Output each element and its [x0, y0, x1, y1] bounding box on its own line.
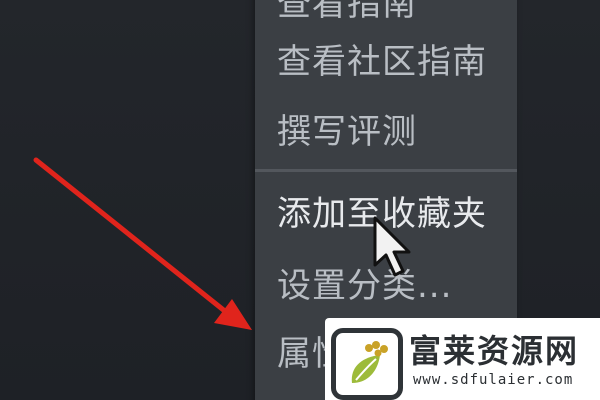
screen: 查看指南 查看社区指南 撰写评测 添加至收藏夹 设置分类... 属性 富莱资源网… — [0, 0, 600, 400]
menu-item-view-guides[interactable]: 查看指南 — [277, 0, 417, 26]
mouse-pointer-icon — [373, 216, 411, 277]
watermark-title: 富莱资源网 — [409, 332, 580, 370]
menu-separator — [255, 169, 517, 172]
watermark-url: www.sdfulaier.com — [413, 372, 574, 388]
wheat-leaf-icon — [331, 328, 403, 400]
watermark-badge: 富莱资源网 www.sdfulaier.com — [325, 318, 600, 400]
menu-item-view-community-guide[interactable]: 查看社区指南 — [277, 40, 487, 84]
menu-item-write-review[interactable]: 撰写评测 — [277, 110, 417, 154]
menu-item-set-category[interactable]: 设置分类... — [277, 264, 452, 308]
